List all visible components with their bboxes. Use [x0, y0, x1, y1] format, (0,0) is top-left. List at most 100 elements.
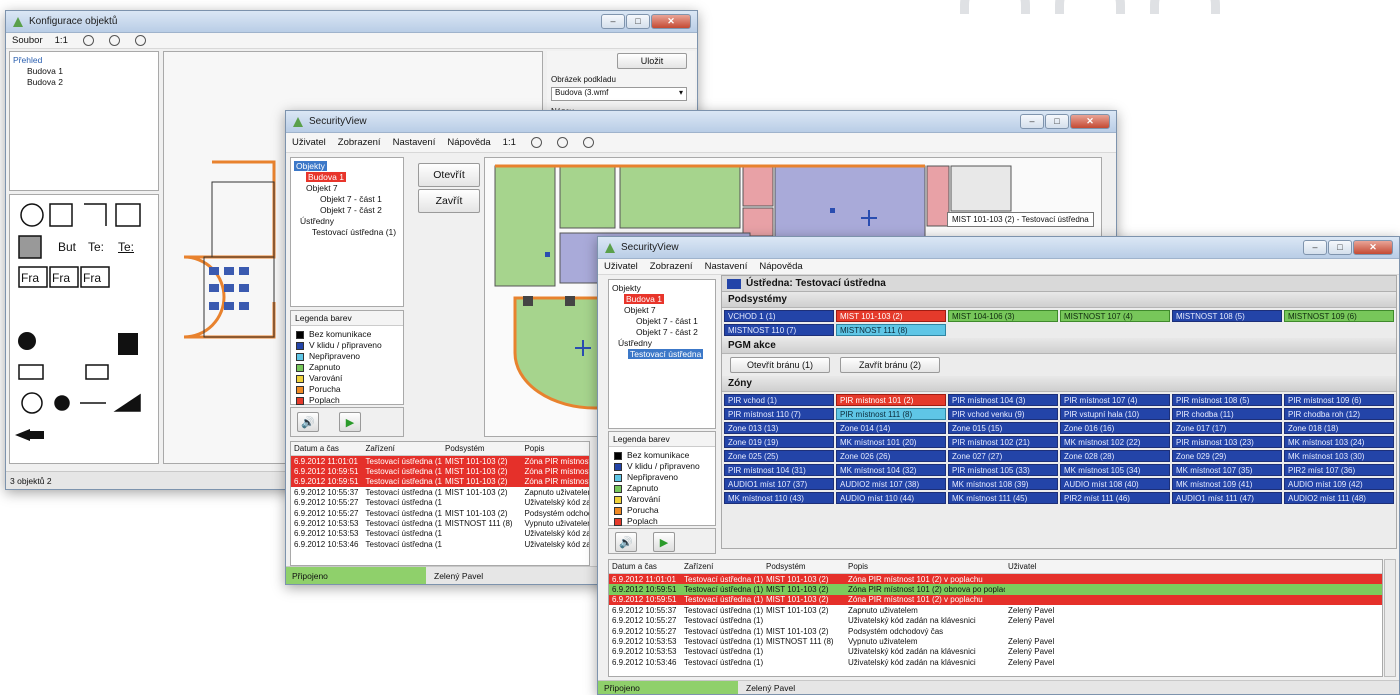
log-row[interactable]: 6.9.2012 10:55:37 Testovací ústředna (1) M…	[291, 487, 589, 497]
tree-item[interactable]: Objekt 7	[612, 305, 712, 316]
zone-tile[interactable]: PIR vstupní hala (10)	[1060, 408, 1170, 420]
zoom-out-icon[interactable]	[108, 35, 120, 46]
tree-item[interactable]: Objekt 7 - část 2	[294, 205, 400, 216]
zone-tile[interactable]: PIR místnost 109 (6)	[1284, 394, 1394, 406]
zone-tile[interactable]: Zone 019 (19)	[724, 436, 834, 448]
sv3-titlebar[interactable]: SecurityView – □ ✕	[598, 237, 1399, 259]
log-column-header[interactable]: Podsystém	[442, 444, 521, 453]
minimize-button[interactable]: –	[1020, 114, 1044, 129]
log-row[interactable]: 6.9.2012 10:59:51 Testovací ústředna (1) M…	[291, 466, 589, 477]
subsystem-tile[interactable]: MISTNOST 110 (7)	[724, 324, 834, 336]
menu-nastaveni[interactable]: Nastavení	[705, 261, 748, 272]
play-icon[interactable]: ▶	[339, 412, 361, 432]
subsystem-tile[interactable]: MISTNOST 109 (6)	[1284, 310, 1394, 322]
log-row[interactable]: 6.9.2012 10:53:53 Testovací ústředna (1) M…	[609, 636, 1382, 646]
tree-item[interactable]: Objekt 7	[294, 183, 400, 194]
log-row[interactable]: 6.9.2012 10:53:46 Testovací ústředna (1) U…	[609, 657, 1382, 667]
log-row[interactable]: 6.9.2012 10:53:46 Testovací ústředna (1) U…	[291, 539, 589, 549]
open-gate-button[interactable]: Otevřít bránu (1)	[730, 357, 830, 373]
zone-tile[interactable]: Zone 014 (14)	[836, 422, 946, 434]
tree-item[interactable]: Budova 2	[13, 77, 155, 88]
subsystem-tile[interactable]: MISTNOST 108 (5)	[1172, 310, 1282, 322]
tree-item[interactable]: Objekt 7 - část 2	[612, 327, 712, 338]
zone-tile[interactable]: AUDIO míst 110 (44)	[836, 492, 946, 504]
log-column-header[interactable]: Zařízení	[363, 444, 442, 453]
zone-tile[interactable]: MK místnost 103 (24)	[1284, 436, 1394, 448]
play-icon[interactable]: ▶	[653, 532, 675, 552]
zone-tile[interactable]: PIR místnost 108 (5)	[1172, 394, 1282, 406]
close-gate-button[interactable]: Zavřít bránu (2)	[840, 357, 940, 373]
log-column-header[interactable]: Popis	[845, 562, 1005, 571]
zoom-in-icon[interactable]	[82, 35, 94, 46]
zone-tile[interactable]: AUDIO míst 108 (40)	[1060, 478, 1170, 490]
zone-tile[interactable]: PIR místnost 101 (2)	[836, 394, 946, 406]
open-button[interactable]: Otevřít	[418, 163, 480, 187]
zone-tile[interactable]: Zone 018 (18)	[1284, 422, 1394, 434]
tree-item[interactable]: Objekt 7 - část 1	[294, 194, 400, 205]
zone-tile[interactable]: PIR místnost 111 (8)	[836, 408, 946, 420]
zone-tile[interactable]: PIR chodba (11)	[1172, 408, 1282, 420]
menu-napoveda[interactable]: Nápověda	[759, 261, 802, 272]
config-titlebar[interactable]: Konfigurace objektů – □ ✕	[6, 11, 697, 33]
background-image-select[interactable]: Budova (3.wmf ▾	[551, 87, 687, 101]
palette-text[interactable]: But	[58, 240, 76, 254]
log-row[interactable]: 6.9.2012 10:55:27 Testovací ústředna (1) U…	[609, 616, 1382, 626]
palette-text[interactable]: Te:	[88, 240, 104, 254]
zone-tile[interactable]: AUDIO1 míst 111 (47)	[1172, 492, 1282, 504]
zone-tile[interactable]: PIR místnost 110 (7)	[724, 408, 834, 420]
palette-text[interactable]: Te:	[118, 240, 134, 254]
subsystem-tile[interactable]: VCHOD 1 (1)	[724, 310, 834, 322]
sv2-titlebar[interactable]: SecurityView – □ ✕	[286, 111, 1116, 133]
log-row[interactable]: 6.9.2012 10:55:27 Testovací ústředna (1) M…	[291, 508, 589, 518]
log-row[interactable]: 6.9.2012 10:55:27 Testovací ústředna (1) U…	[291, 498, 589, 508]
log-row[interactable]: 6.9.2012 10:55:27 Testovací ústředna (1) M…	[609, 626, 1382, 636]
log-row[interactable]: 6.9.2012 10:53:53 Testovací ústředna (1) U…	[609, 647, 1382, 657]
tree-item[interactable]: Ústředny	[612, 338, 712, 349]
zoom-in-icon[interactable]	[530, 137, 542, 148]
speaker-icon[interactable]: 🔊	[297, 412, 319, 432]
log-row[interactable]: 6.9.2012 10:59:51 Testovací ústředna (1) M…	[609, 594, 1382, 606]
menu-nastaveni[interactable]: Nastavení	[393, 137, 436, 148]
zone-tile[interactable]: PIR místnost 107 (4)	[1060, 394, 1170, 406]
zone-tile[interactable]: MK místnost 101 (20)	[836, 436, 946, 448]
zone-tile[interactable]: Zone 015 (15)	[948, 422, 1058, 434]
zone-tile[interactable]: MK místnost 110 (43)	[724, 492, 834, 504]
log-column-header[interactable]: Popis	[521, 444, 589, 453]
save-button[interactable]: Uložit	[617, 53, 687, 69]
maximize-button[interactable]: □	[626, 14, 650, 29]
tree-item[interactable]: Testovací ústředna	[612, 349, 712, 360]
zone-tile[interactable]: PIR místnost 102 (21)	[948, 436, 1058, 448]
close-button[interactable]: ✕	[651, 14, 691, 29]
zone-tile[interactable]: MK místnost 107 (35)	[1172, 464, 1282, 476]
palette-shapes-icon[interactable]	[10, 195, 158, 463]
zone-tile[interactable]: PIR místnost 105 (33)	[948, 464, 1058, 476]
minimize-button[interactable]: –	[601, 14, 625, 29]
tree-item[interactable]: Budova 1	[612, 294, 712, 305]
zone-tile[interactable]: AUDIO míst 109 (42)	[1284, 478, 1394, 490]
zone-tile[interactable]: AUDIO2 míst 107 (38)	[836, 478, 946, 490]
log-column-header[interactable]: Uživatel	[1005, 562, 1085, 571]
menu-zobrazeni[interactable]: Zobrazení	[650, 261, 693, 272]
zone-tile[interactable]: MK místnost 102 (22)	[1060, 436, 1170, 448]
maximize-button[interactable]: □	[1328, 240, 1352, 255]
subsystem-tile[interactable]: MIST 101-103 (2)	[836, 310, 946, 322]
speaker-icon[interactable]: 🔊	[615, 532, 637, 552]
zone-tile[interactable]: MK místnost 103 (30)	[1284, 450, 1394, 462]
zone-tile[interactable]: PIR místnost 104 (3)	[948, 394, 1058, 406]
tree-item[interactable]: Přehled	[13, 55, 155, 66]
palette-frame[interactable]: Fra	[21, 271, 39, 285]
menu-napoveda[interactable]: Nápověda	[447, 137, 490, 148]
log-row[interactable]: 6.9.2012 10:59:51 Testovací ústředna (1) M…	[291, 476, 589, 488]
zone-tile[interactable]: Zone 025 (25)	[724, 450, 834, 462]
zone-tile[interactable]: Zone 016 (16)	[1060, 422, 1170, 434]
zone-tile[interactable]: MK místnost 108 (39)	[948, 478, 1058, 490]
zoom-fit-icon[interactable]	[134, 35, 146, 46]
zone-tile[interactable]: Zone 027 (27)	[948, 450, 1058, 462]
log-row[interactable]: 6.9.2012 11:01:01 Testovací ústředna (1) M…	[291, 456, 589, 467]
zone-tile[interactable]: Zone 028 (28)	[1060, 450, 1170, 462]
zoom-out-icon[interactable]	[556, 137, 568, 148]
menu-uzivatel[interactable]: Uživatel	[604, 261, 638, 272]
tree-item[interactable]: Budova 1	[294, 172, 400, 183]
log-row[interactable]: 6.9.2012 10:53:53 Testovací ústředna (1) M…	[291, 518, 589, 528]
zone-tile[interactable]: PIR vchod venku (9)	[948, 408, 1058, 420]
